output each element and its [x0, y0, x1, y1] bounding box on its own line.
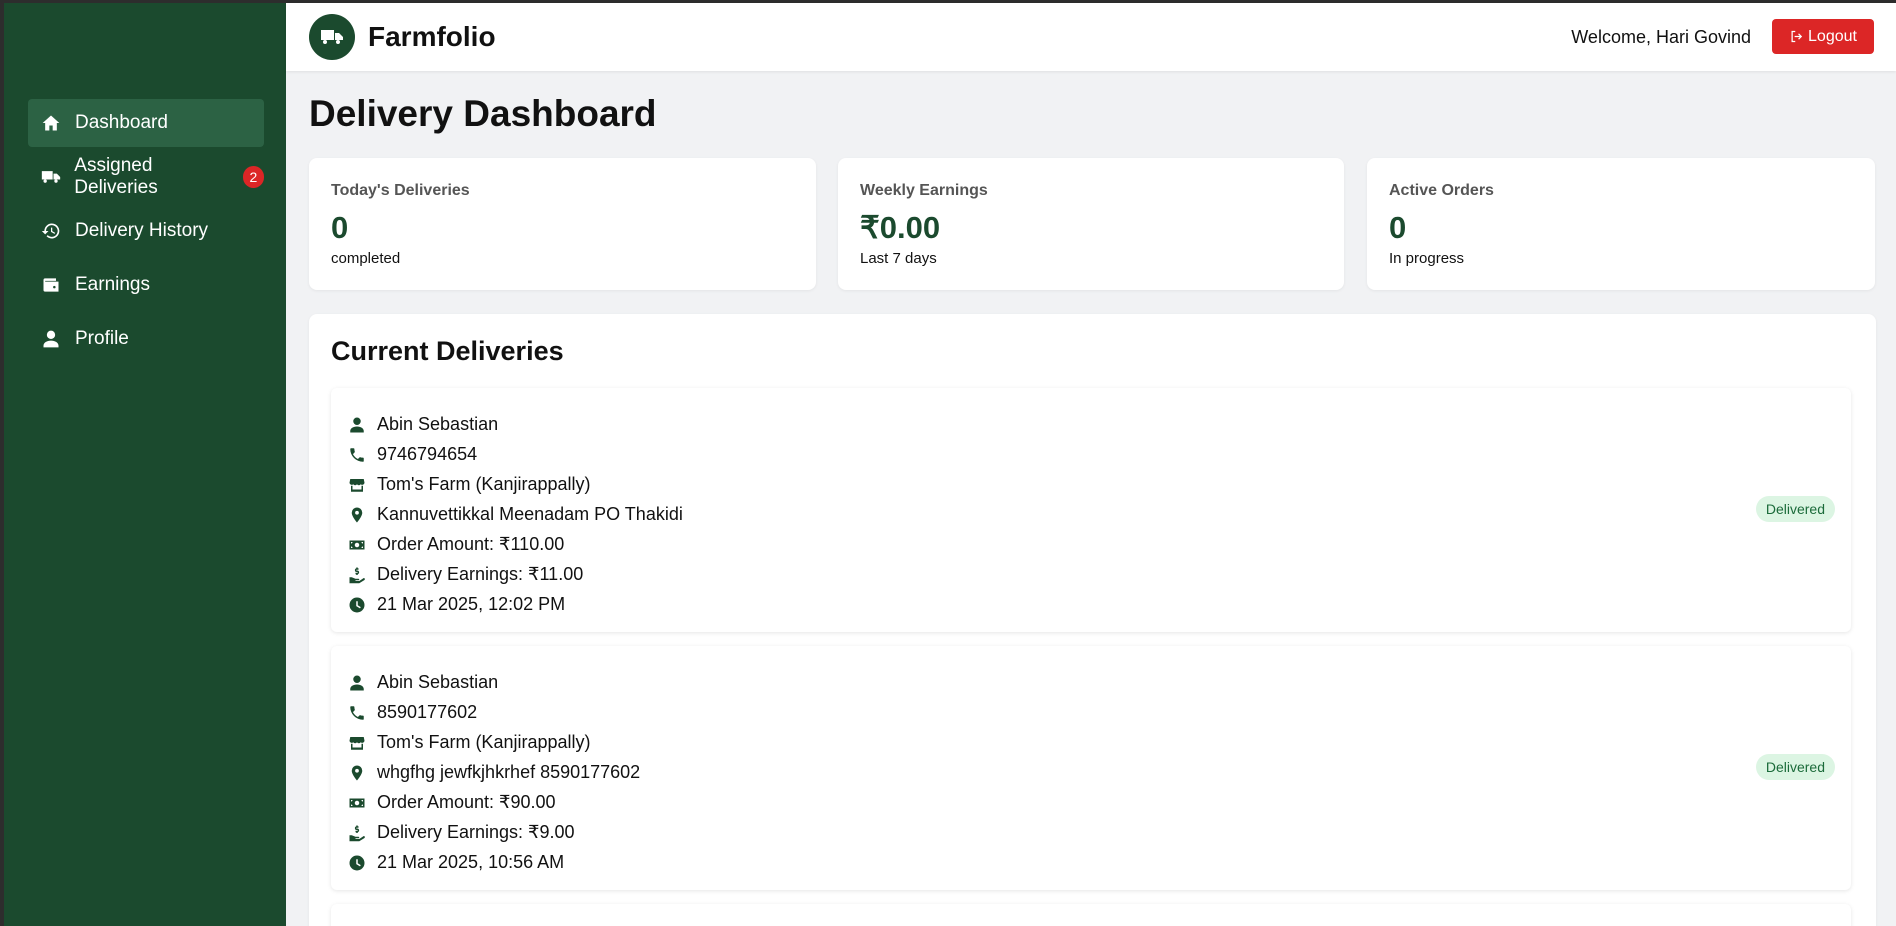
phone-number: 8590177602	[377, 702, 478, 722]
address: Kannuvettikkal Meenadam PO Thakidi	[377, 504, 683, 524]
phone-row: 8590177602	[347, 702, 477, 723]
current-deliveries-panel: Current Deliveries Abin Sebastian 974679…	[309, 314, 1876, 926]
history-icon	[40, 220, 62, 242]
truck-icon	[40, 166, 61, 188]
clock-icon	[347, 595, 367, 615]
customer-name: Abin Sebastian	[377, 414, 499, 434]
farm-row: Tom's Farm (Kanjirappally)	[347, 732, 591, 753]
store-icon	[347, 733, 367, 753]
user-icon	[40, 328, 62, 350]
stat-subtext: Last 7 days	[860, 250, 937, 267]
wallet-icon	[40, 274, 62, 296]
sidebar-item-label: Earnings	[75, 274, 150, 295]
stat-subtext: completed	[331, 250, 401, 267]
brand-name: Farmfolio	[368, 21, 496, 52]
logout-icon	[1791, 30, 1803, 43]
stat-label: Weekly Earnings	[860, 182, 988, 199]
sidebar: Dashboard Assigned Deliveries 2 Delivery…	[4, 3, 286, 926]
phone-icon	[347, 445, 367, 465]
earnings-row: Delivery Earnings: ₹11.00	[347, 564, 583, 585]
user-icon	[347, 415, 367, 435]
logout-label: Logout	[1808, 27, 1857, 45]
stat-value: 0	[1389, 210, 1407, 245]
stat-label: Today's Deliveries	[331, 182, 470, 199]
earnings-row: Delivery Earnings: ₹9.00	[347, 822, 575, 843]
app-frame: Dashboard Assigned Deliveries 2 Delivery…	[4, 3, 1896, 926]
stat-card-active-orders: Active Orders 0 In progress	[1367, 158, 1875, 290]
delivery-card[interactable]: Abin Sebastian 9746794654 Tom's Farm (Ka…	[331, 388, 1851, 632]
welcome-text: Welcome, Hari Govind	[1571, 27, 1751, 47]
delivery-earnings: Delivery Earnings: ₹11.00	[377, 564, 584, 584]
sidebar-item-label: Dashboard	[75, 112, 168, 133]
status-badge: Delivered	[1755, 496, 1835, 522]
stat-value: 0	[331, 210, 349, 245]
count-badge: 2	[242, 166, 264, 188]
delivery-time: 21 Mar 2025, 10:56 AM	[377, 852, 565, 872]
order-amount-row: Order Amount: ₹90.00	[347, 792, 556, 813]
address: whgfhg jewfkjhkrhef 8590177602	[377, 762, 641, 782]
location-pin-icon	[347, 763, 367, 783]
delivery-time: 21 Mar 2025, 12:02 PM	[377, 594, 566, 614]
farm-name: Tom's Farm (Kanjirappally)	[377, 474, 591, 494]
sidebar-item-dashboard[interactable]: Dashboard	[28, 99, 264, 147]
money-bill-icon	[347, 793, 367, 813]
customer-row: Abin Sebastian	[347, 672, 498, 693]
order-amount: Order Amount: ₹90.00	[377, 792, 556, 812]
logo	[309, 14, 355, 60]
address-row: Kannuvettikkal Meenadam PO Thakidi	[347, 504, 683, 525]
phone-icon	[347, 703, 367, 723]
stat-card-todays-deliveries: Today's Deliveries 0 completed	[309, 158, 816, 290]
farm-name: Tom's Farm (Kanjirappally)	[377, 732, 591, 752]
sidebar-item-profile[interactable]: Profile	[28, 315, 264, 363]
phone-row: 9746794654	[347, 444, 477, 465]
order-amount: Order Amount: ₹110.00	[377, 534, 565, 554]
hand-dollar-icon	[347, 565, 367, 585]
address-row: whgfhg jewfkjhkrhef 8590177602	[347, 762, 640, 783]
logout-button[interactable]: Logout	[1772, 19, 1874, 54]
time-row: 21 Mar 2025, 12:02 PM	[347, 594, 565, 615]
customer-name: Abin Sebastian	[377, 672, 499, 692]
page-title: Delivery Dashboard	[309, 93, 657, 134]
sidebar-item-label: Assigned Deliveries	[74, 155, 158, 198]
order-amount-row: Order Amount: ₹110.00	[347, 534, 564, 555]
phone-number: 9746794654	[377, 444, 478, 464]
farm-row: Tom's Farm (Kanjirappally)	[347, 474, 591, 495]
sidebar-item-assigned-deliveries[interactable]: Assigned Deliveries 2	[28, 153, 264, 201]
delivery-card[interactable]: Abin Sebastian 8590177602 Tom's Farm (Ka…	[331, 646, 1851, 890]
hand-dollar-icon	[347, 823, 367, 843]
customer-row: Abin Sebastian	[347, 414, 498, 435]
home-icon	[40, 112, 62, 134]
stat-card-weekly-earnings: Weekly Earnings ₹0.00 Last 7 days	[838, 158, 1344, 290]
stat-subtext: In progress	[1389, 250, 1465, 267]
top-bar: Farmfolio Welcome, Hari Govind Logout	[286, 3, 1896, 71]
section-title: Current Deliveries	[331, 336, 564, 366]
delivery-card[interactable]	[331, 904, 1851, 926]
stat-value: ₹0.00	[860, 210, 941, 245]
sidebar-item-delivery-history[interactable]: Delivery History	[28, 207, 264, 255]
sidebar-item-earnings[interactable]: Earnings	[28, 261, 264, 309]
delivery-earnings: Delivery Earnings: ₹9.00	[377, 822, 575, 842]
money-bill-icon	[347, 535, 367, 555]
clock-icon	[347, 853, 367, 873]
sidebar-item-label: Profile	[75, 328, 129, 349]
location-pin-icon	[347, 505, 367, 525]
truck-icon	[321, 30, 343, 44]
status-badge: Delivered	[1755, 754, 1835, 780]
sidebar-item-label: Delivery History	[75, 220, 209, 241]
store-icon	[347, 475, 367, 495]
user-icon	[347, 673, 367, 693]
stat-label: Active Orders	[1389, 182, 1494, 199]
time-row: 21 Mar 2025, 10:56 AM	[347, 852, 564, 873]
